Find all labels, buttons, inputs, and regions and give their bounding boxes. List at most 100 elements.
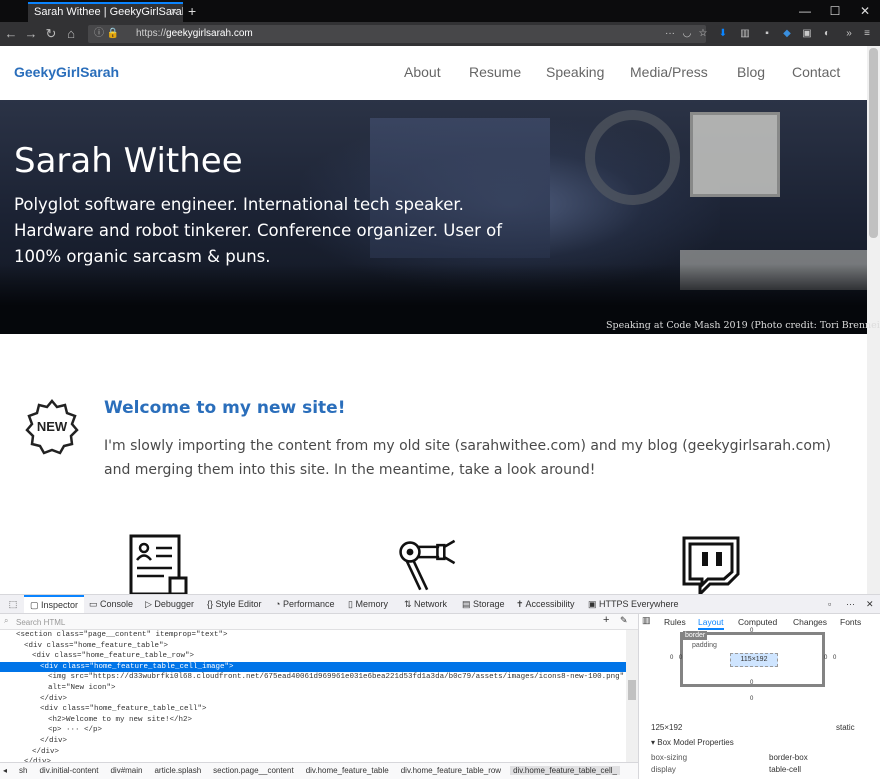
devtools-tab-https-everywhere[interactable]: ▣ HTTPS Everywhere [588,595,679,613]
breadcrumb-item[interactable]: sh [16,766,30,775]
minimize-button[interactable]: — [790,2,820,20]
new-tab-button[interactable]: + [188,2,196,20]
devtools-tab-memory[interactable]: ▯ Memory [348,595,388,613]
devtools-tab-storage[interactable]: ▤ Storage [462,595,505,613]
html-tree-node[interactable]: <div class="home_feature_table"> [0,641,626,652]
performance-icon: ◔ [275,599,283,609]
nav-speaking[interactable]: Speaking [546,64,604,80]
html-tree-node[interactable]: <p> ··· </p> [0,725,626,736]
forward-arrow-icon[interactable]: → [22,24,40,44]
prop-name: display [651,765,676,774]
https-everywhere-tab-icon: ▣ [588,599,600,609]
html-tree-node[interactable]: </div> [0,694,626,705]
breadcrumb-item[interactable]: div.home_feature_table [303,766,392,775]
back-arrow-icon[interactable]: ← [2,24,20,44]
side-tab-computed[interactable]: Computed [738,615,777,630]
nav-blog[interactable]: Blog [737,64,765,80]
prop-value: border-box [769,753,808,762]
nav-media-press[interactable]: Media/Press [630,64,708,80]
maximize-button[interactable]: ☐ [820,2,850,20]
close-window-button[interactable]: ✕ [850,2,880,20]
network-icon: ⇅ [404,599,415,609]
devtools-tab-debugger[interactable]: ▷ Debugger [145,595,194,613]
devtools-tab-label: HTTPS Everywhere [599,599,679,609]
breadcrumb-item[interactable]: div#main [107,766,145,775]
nav-about[interactable]: About [404,64,441,80]
box-model-content-size[interactable]: 115×192 [730,653,778,667]
toggle-pane-icon[interactable]: ▥ [642,615,651,626]
hero-subtitle: Polyglot software engineer. Internationa… [14,195,503,266]
devtools-close-icon[interactable]: ✕ [866,595,874,613]
breadcrumb-item[interactable]: article.splash [151,766,204,775]
devtools-tab-style-editor[interactable]: {} Style Editor [207,595,262,613]
html-tree-node-selected[interactable]: <div class="home_feature_table_cell_imag… [0,661,626,673]
twitch-icon [682,536,740,594]
url-text[interactable]: https://geekygirlsarah.com [136,26,253,42]
bookmark-star-icon[interactable]: ☆ [696,25,710,43]
devtools-tab-label: Debugger [154,599,194,609]
box-model-border-bottom[interactable]: 0 [750,680,753,686]
box-model-margin-right[interactable]: 0 [833,655,836,661]
download-icon[interactable]: ⬇ [716,25,730,43]
hero-caption: Speaking at Code Mash 2019 (Photo credit… [606,320,880,331]
element-picker-icon[interactable]: ⬚ [5,595,21,613]
hero-title: Sarah Withee [14,141,243,181]
reload-icon[interactable]: ↻ [42,24,60,44]
html-tree-node[interactable]: <h2>Welcome to my new site!</h2> [0,715,626,726]
html-tree-node[interactable]: alt="New icon"> [0,683,626,694]
side-tab-changes[interactable]: Changes [793,615,827,630]
browser-tab[interactable]: Sarah Withee | GeekyGirlSarah.com × [28,2,183,22]
overflow-chevron-icon[interactable]: » [842,25,856,43]
nav-contact[interactable]: Contact [792,64,840,80]
site-info-icon[interactable]: ⓘ 🔒 [94,26,119,42]
box-model-margin-left[interactable]: 0 [670,655,673,661]
breadcrumb-back-icon[interactable]: ◂ [0,766,10,775]
devtools-tab-accessibility[interactable]: ✝ Accessibility [516,595,575,613]
dock-side-icon[interactable]: ▫ [828,595,831,613]
box-model-margin-bottom[interactable]: 0 [750,696,753,702]
html-tree-node[interactable]: </div> [0,747,626,758]
library-icon[interactable]: ▥ [738,25,752,43]
html-tree-scrollbar-thumb[interactable] [628,680,636,700]
devtools-tab-console[interactable]: ▭ Console [89,595,133,613]
site-brand-link[interactable]: GeekyGirlSarah [14,64,119,80]
extension-2-icon[interactable]: ◐ [820,25,834,43]
resume-document-icon [129,534,188,594]
devtools-tab-performance[interactable]: ◔ Performance [275,595,334,613]
html-tree-node[interactable]: </div> [0,736,626,747]
privacy-badger-icon[interactable]: ◆ [780,25,794,43]
https-everywhere-icon[interactable]: ▣ [800,25,814,43]
extension-icon[interactable]: ▪ [760,25,774,43]
devtools-tab-inspector[interactable]: ▢ Inspector [24,595,85,613]
html-tree-node[interactable]: <section class="page__content" itemprop=… [0,630,626,641]
box-model-border-left[interactable]: 0 [679,655,682,661]
new-badge-icon: NEW [25,399,79,455]
breadcrumb-item[interactable]: div.initial-content [36,766,101,775]
box-model-margin-top[interactable]: 0 [750,628,753,634]
page-scrollbar-thumb[interactable] [869,48,878,238]
breadcrumb-item[interactable]: section.page__content [210,766,297,775]
side-tab-layout[interactable]: Layout [698,615,724,630]
side-tab-rules[interactable]: Rules [664,615,686,630]
devtools-menu-icon[interactable]: ··· [846,595,855,613]
tab-title: Sarah Withee | GeekyGirlSarah.com [34,6,183,18]
page-actions-icon[interactable]: ··· [662,25,678,43]
menu-hamburger-icon[interactable]: ≡ [860,25,874,43]
tab-close-icon[interactable]: × [171,4,177,21]
add-node-icon[interactable]: + [603,614,609,626]
breadcrumb-item[interactable]: div.home_feature_table_row [398,766,504,775]
pocket-icon[interactable]: ◡ [680,25,694,43]
eyedropper-icon[interactable]: ✎ [620,615,628,626]
devtools-tab-network[interactable]: ⇅ Network [404,595,447,613]
nav-resume[interactable]: Resume [469,64,521,80]
html-tree-node[interactable]: <div class="home_feature_table_cell"> [0,704,626,715]
side-tab-fonts[interactable]: Fonts [840,615,861,630]
breadcrumb-item-current[interactable]: div.home_feature_table_cell_ [510,766,620,775]
box-model-properties-header[interactable]: ▾ Box Model Properties [651,738,734,747]
devtools-tab-label: Storage [473,599,505,609]
box-model-border-right[interactable]: 0 [824,655,827,661]
html-tree-node[interactable]: <div class="home_feature_table_row"> [0,651,626,662]
html-tree-node[interactable]: <img src="https://d33wubrfki0l68.cloudfr… [0,672,626,683]
home-icon[interactable]: ⌂ [62,24,80,44]
search-html-input[interactable]: Search HTML [0,615,638,630]
